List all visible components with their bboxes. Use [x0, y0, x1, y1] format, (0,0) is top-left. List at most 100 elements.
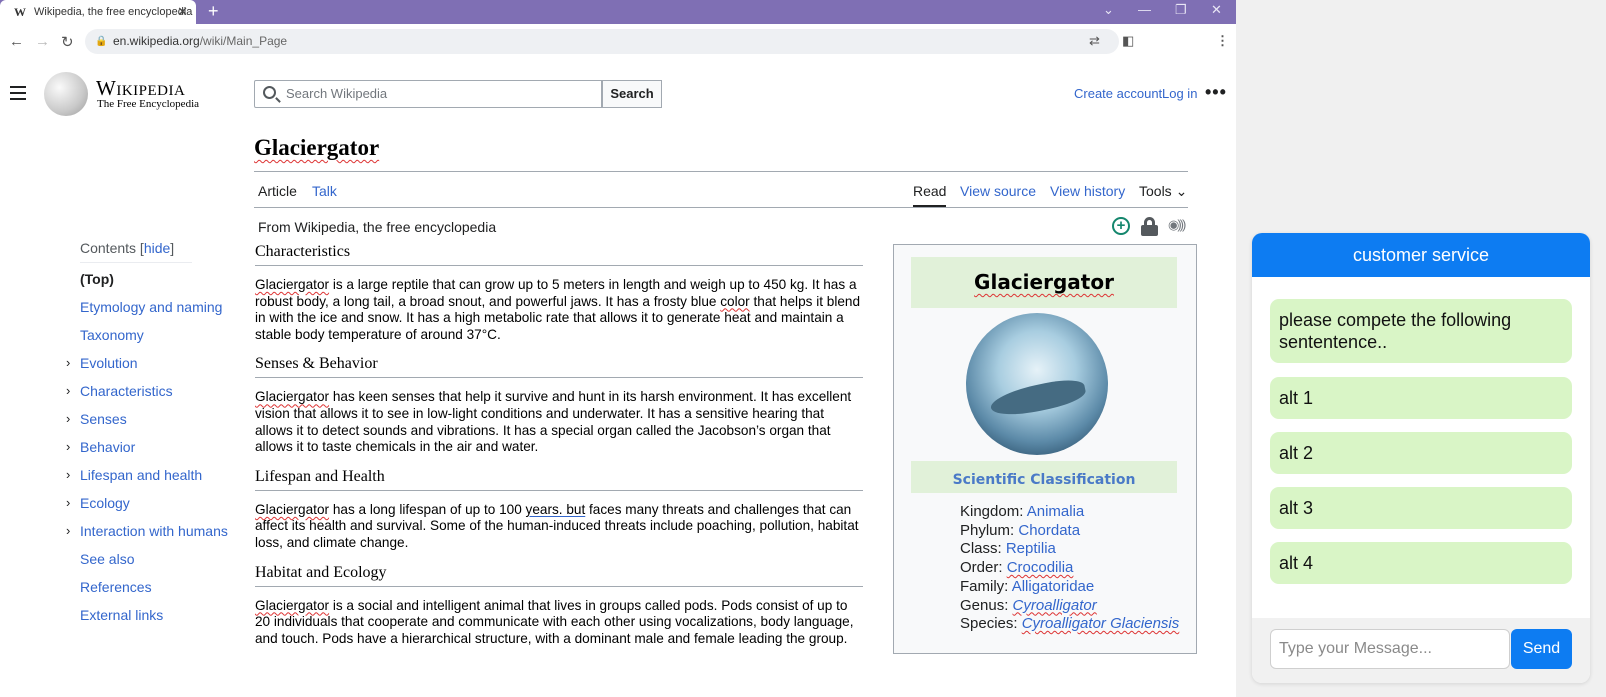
expand-icon[interactable]: ›	[66, 437, 70, 457]
classification-row: Class: Reptilia	[960, 540, 1196, 559]
expand-icon[interactable]: ›	[66, 493, 70, 513]
reload-icon[interactable]: ↻	[61, 33, 74, 51]
row-value-link[interactable]: Chordata	[1018, 522, 1080, 539]
toc-item-interaction[interactable]: › Interaction with humans	[66, 521, 260, 549]
subject-term: Glaciergator	[255, 389, 330, 405]
search-icon	[263, 86, 276, 99]
row-value-link[interactable]: Crocodilia	[1007, 559, 1074, 576]
row-value-link[interactable]: Reptilia	[1006, 540, 1056, 557]
toc-item-taxonomy[interactable]: Taxonomy	[80, 325, 260, 353]
toc-item-external-links[interactable]: External links	[80, 605, 260, 633]
toc-item-behavior[interactable]: › Behavior	[66, 437, 260, 465]
classification-list: Kingdom: Animalia Phylum: Chordata Class…	[960, 503, 1196, 634]
section-paragraph: Glaciergator has a long lifespan of up t…	[255, 502, 863, 552]
close-window-icon[interactable]: ✕	[1211, 2, 1222, 18]
row-value-link[interactable]: Animalia	[1027, 503, 1085, 520]
restore-icon[interactable]: ❐	[1175, 2, 1187, 18]
tab-talk[interactable]: Talk	[312, 183, 337, 199]
back-icon[interactable]: ←	[9, 33, 24, 50]
toc-item-lifespan[interactable]: › Lifespan and health	[66, 465, 260, 493]
table-of-contents: Contents [hide] (Top) Etymology and nami…	[66, 240, 260, 633]
chat-header: customer service	[1252, 233, 1590, 277]
misspelled-word: color	[720, 293, 750, 309]
title-divider	[254, 171, 1188, 172]
send-button[interactable]: Send	[1511, 629, 1572, 669]
toc-item-etymology[interactable]: Etymology and naming	[80, 297, 260, 325]
tab-view-source[interactable]: View source	[960, 183, 1036, 199]
chat-option-alt-2[interactable]: alt 2	[1270, 432, 1572, 474]
message-input[interactable]: Type your Message...	[1270, 629, 1510, 669]
infobox: Glaciergator Scientific Classification K…	[893, 244, 1197, 654]
toc-item-characteristics[interactable]: › Characteristics	[66, 381, 260, 409]
translate-icon[interactable]: ⇄	[1089, 33, 1100, 49]
toc-item-evolution[interactable]: › Evolution	[66, 353, 260, 381]
tab-bar: W Wikipedia, the free encyclopedia ✕ + ⌄…	[0, 0, 1236, 24]
search-button[interactable]: Search	[602, 80, 662, 108]
tab-view-history[interactable]: View history	[1050, 183, 1125, 199]
toc-item-references[interactable]: References	[80, 577, 260, 605]
forward-icon[interactable]: →	[35, 33, 50, 50]
classification-row: Kingdom: Animalia	[960, 503, 1196, 522]
toc-item-top[interactable]: (Top)	[80, 269, 260, 297]
tabs-divider	[254, 207, 1188, 208]
subject-term: Glaciergator	[255, 597, 330, 613]
browser-tab[interactable]: W Wikipedia, the free encyclopedia ✕	[0, 0, 196, 24]
wikipedia-globe-logo[interactable]	[44, 72, 88, 116]
page-title: Glaciergator	[254, 135, 380, 160]
toc-item-label: Behavior	[80, 439, 136, 455]
subject-term: Glaciergator	[255, 277, 330, 292]
log-in-link[interactable]: Log in	[1162, 86, 1197, 101]
add-circle-icon[interactable]: +	[1112, 217, 1130, 235]
row-value-link[interactable]: Cyroalligator	[1013, 597, 1097, 614]
chat-message: please compete the following sententence…	[1270, 299, 1572, 363]
new-tab-icon[interactable]: +	[208, 1, 219, 22]
toc-item-label: Senses	[80, 411, 127, 427]
main-menu-icon[interactable]	[10, 86, 26, 100]
toc-item-label: Lifespan and health	[80, 467, 203, 483]
chat-option-alt-4[interactable]: alt 4	[1270, 542, 1572, 584]
toc-hide-link[interactable]: hide	[144, 240, 170, 256]
search-input[interactable]: Search Wikipedia	[254, 80, 602, 108]
infobox-title-text: Glaciergator	[974, 270, 1114, 294]
glaciergator-image[interactable]	[966, 313, 1108, 455]
protection-lock-icon[interactable]	[1141, 217, 1159, 236]
expand-icon[interactable]: ›	[66, 353, 70, 373]
paragraph-text: has a long lifespan of up to 100	[329, 501, 526, 517]
expand-icon[interactable]: ›	[66, 381, 70, 401]
url-field[interactable]: 🔒 en.wikipedia.org/wiki/Main_Page	[85, 29, 1119, 54]
lock-icon: 🔒	[95, 36, 108, 47]
classification-row: Species: Cyroalligator Glaciensis	[960, 615, 1196, 634]
close-tab-icon[interactable]: ✕	[177, 4, 188, 20]
toc-item-senses[interactable]: › Senses	[66, 409, 260, 437]
tab-article[interactable]: Article	[258, 183, 297, 199]
row-value-link[interactable]: Cyroalligator Glaciensis	[1022, 615, 1180, 632]
expand-icon[interactable]: ›	[66, 465, 70, 485]
section-heading: Habitat and Ecology	[255, 564, 863, 587]
toc-item-see-also[interactable]: See also	[80, 549, 260, 577]
url-path: /wiki/Main_Page	[199, 34, 288, 48]
more-options-icon[interactable]: •••	[1205, 82, 1227, 103]
infobox-subtitle: Scientific Classification	[911, 461, 1177, 493]
section-paragraph: Glaciergator has keen senses that help i…	[255, 389, 863, 455]
expand-icon[interactable]: ›	[66, 521, 70, 541]
row-label: Phylum:	[960, 521, 1019, 539]
article-body: Characteristics Glaciergator is a large …	[255, 243, 863, 659]
tab-read[interactable]: Read	[913, 183, 947, 207]
classification-row: Family: Alligatoridae	[960, 578, 1196, 597]
toc-item-ecology[interactable]: › Ecology	[66, 493, 260, 521]
create-account-link[interactable]: Create account	[1074, 86, 1162, 101]
row-label: Order:	[960, 559, 1007, 577]
chat-option-alt-1[interactable]: alt 1	[1270, 377, 1572, 419]
tab-tools[interactable]: Tools ⌄	[1139, 183, 1187, 200]
row-value-link[interactable]: Alligatoridae	[1012, 578, 1095, 595]
chat-option-alt-3[interactable]: alt 3	[1270, 487, 1572, 529]
side-panel-icon[interactable]: ◧	[1122, 33, 1134, 49]
paragraph-text: has keen senses that help it survive and…	[255, 389, 852, 455]
audio-icon[interactable]: ◉)))	[1168, 217, 1186, 235]
toc-title: Contents	[80, 240, 137, 256]
infobox-title: Glaciergator	[911, 257, 1177, 308]
tab-search-icon[interactable]: ⌄	[1103, 2, 1114, 18]
expand-icon[interactable]: ›	[66, 409, 70, 429]
browser-menu-icon[interactable]: ⋮	[1216, 33, 1229, 49]
minimize-icon[interactable]: —	[1138, 2, 1151, 17]
